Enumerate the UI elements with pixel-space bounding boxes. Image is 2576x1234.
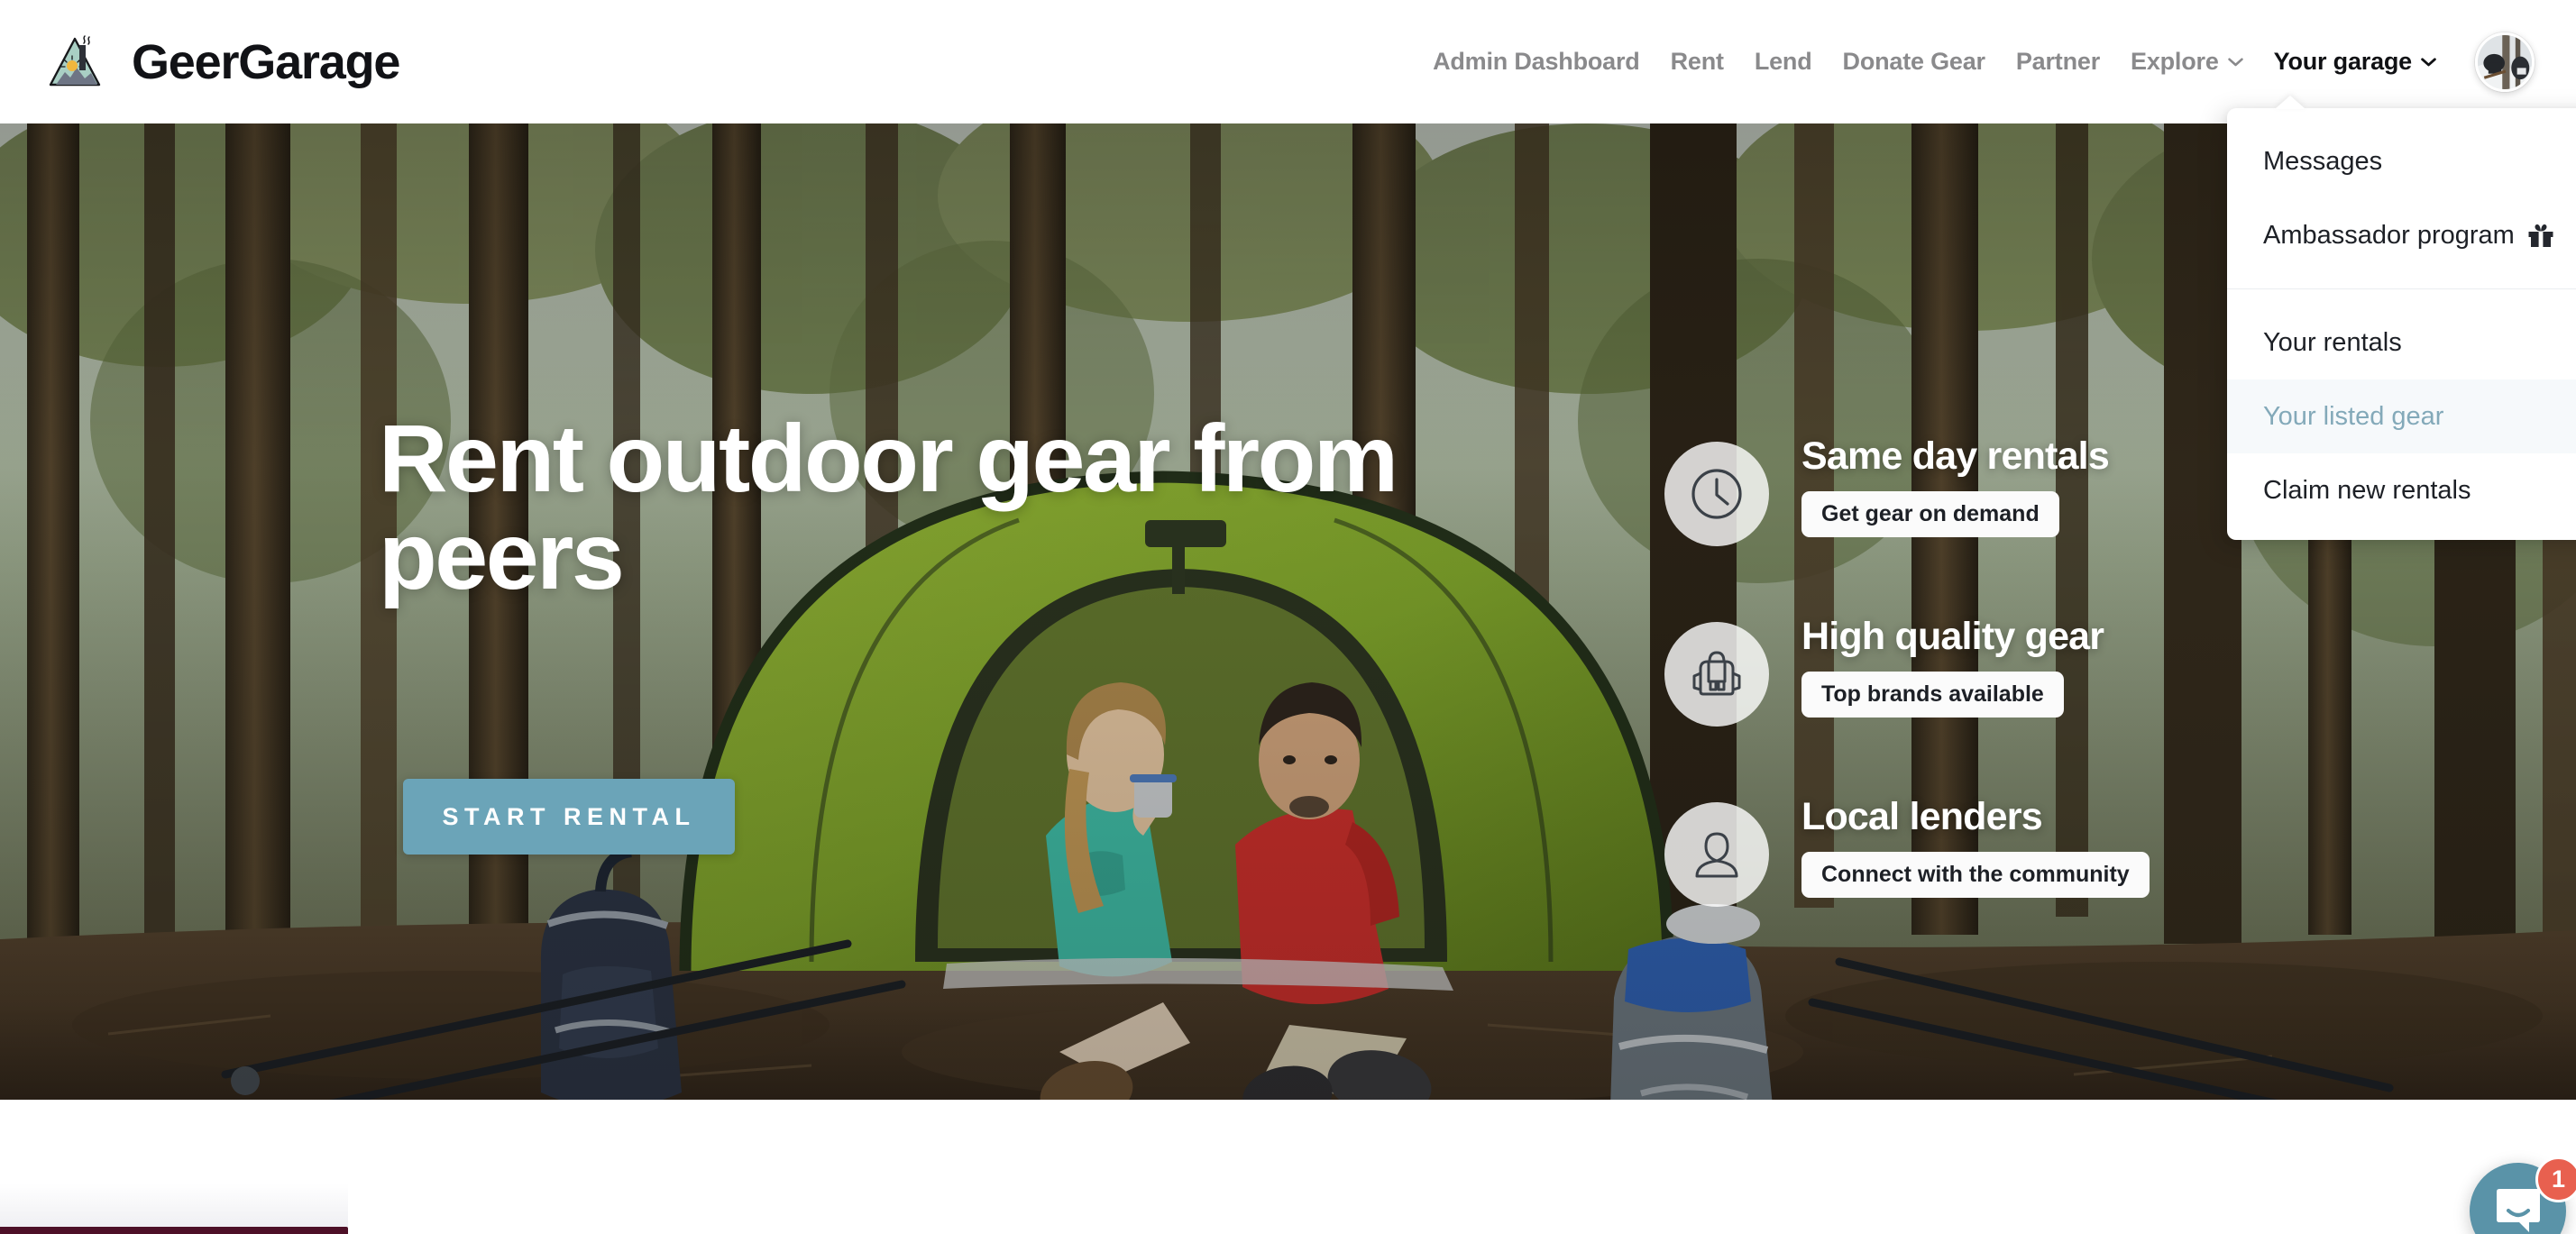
chevron-down-icon [2421,57,2436,67]
dropdown-item-your-rentals[interactable]: Your rentals [2227,306,2576,379]
dropdown-item-label: Ambassador program [2263,220,2515,250]
dropdown-item-label: Claim new rentals [2263,475,2471,505]
content-below-hero [0,1100,2576,1234]
feature-title: High quality gear [1801,615,2104,658]
feature-badge: Connect with the community [1801,852,2150,898]
clock-icon [1664,442,1769,546]
bottom-accent-bar [0,1227,348,1234]
nav-item-your-garage[interactable]: Your garage [2259,48,2452,76]
nav-item-rent[interactable]: Rent [1655,48,1739,76]
dropdown-item-label: Your rentals [2263,327,2402,357]
feature-badge: Get gear on demand [1801,491,2059,537]
feature-badge: Top brands available [1801,672,2064,718]
page-title: Rent outdoor gear from peers [379,406,1398,610]
avatar-image [2478,34,2532,89]
dropdown-caret-icon [2275,96,2306,109]
mountain-sunrise-logo-icon [49,34,101,86]
chat-unread-badge: 1 [2535,1156,2576,1202]
hero-section: Rent outdoor gear from peers START RENTA… [0,123,2576,1100]
nav-item-donate-gear[interactable]: Donate Gear [1828,48,2001,76]
chevron-down-icon [2227,58,2243,67]
backpack-icon [1664,622,1769,727]
dropdown-item-claim-new-rentals[interactable]: Claim new rentals [2227,453,2576,527]
main-navigation: Admin Dashboard Rent Lend Donate Gear Pa… [1417,32,2576,92]
person-icon [1664,802,1769,907]
hero-content: Rent outdoor gear from peers START RENTA… [0,123,2576,1100]
gift-icon [2527,223,2554,249]
bottom-banner-glow [0,1184,348,1227]
dropdown-item-ambassador-program[interactable]: Ambassador program [2227,198,2576,272]
site-header: GeerGarage Admin Dashboard Rent Lend Don… [0,0,2576,123]
feature-body: Local lenders Connect with the community [1801,795,2150,898]
dropdown-divider [2227,288,2576,289]
brand-name: GeerGarage [132,34,400,89]
your-garage-dropdown-menu: Messages Ambassador program Your rentals… [2227,108,2576,540]
avatar[interactable] [2475,32,2535,92]
feature-title: Same day rentals [1801,434,2110,478]
dropdown-item-your-listed-gear[interactable]: Your listed gear [2227,379,2576,453]
nav-item-explore-label: Explore [2131,48,2219,75]
nav-item-lend[interactable]: Lend [1739,48,1828,76]
nav-item-partner[interactable]: Partner [2001,48,2115,76]
feature-body: High quality gear Top brands available [1801,615,2104,718]
feature-body: Same day rentals Get gear on demand [1801,434,2110,537]
nav-item-your-garage-label: Your garage [2273,48,2413,75]
nav-item-admin-dashboard[interactable]: Admin Dashboard [1417,48,1655,76]
dropdown-item-messages[interactable]: Messages [2227,124,2576,198]
chat-bubble-smile-icon [2496,1188,2540,1232]
dropdown-item-label: Your listed gear [2263,401,2444,431]
nav-item-explore[interactable]: Explore [2115,48,2259,76]
start-rental-button[interactable]: START RENTAL [403,779,735,855]
dropdown-item-label: Messages [2263,146,2383,176]
brand-logo-link[interactable]: GeerGarage [47,34,400,90]
page-root: GeerGarage Admin Dashboard Rent Lend Don… [0,0,2576,1234]
feature-title: Local lenders [1801,795,2043,838]
